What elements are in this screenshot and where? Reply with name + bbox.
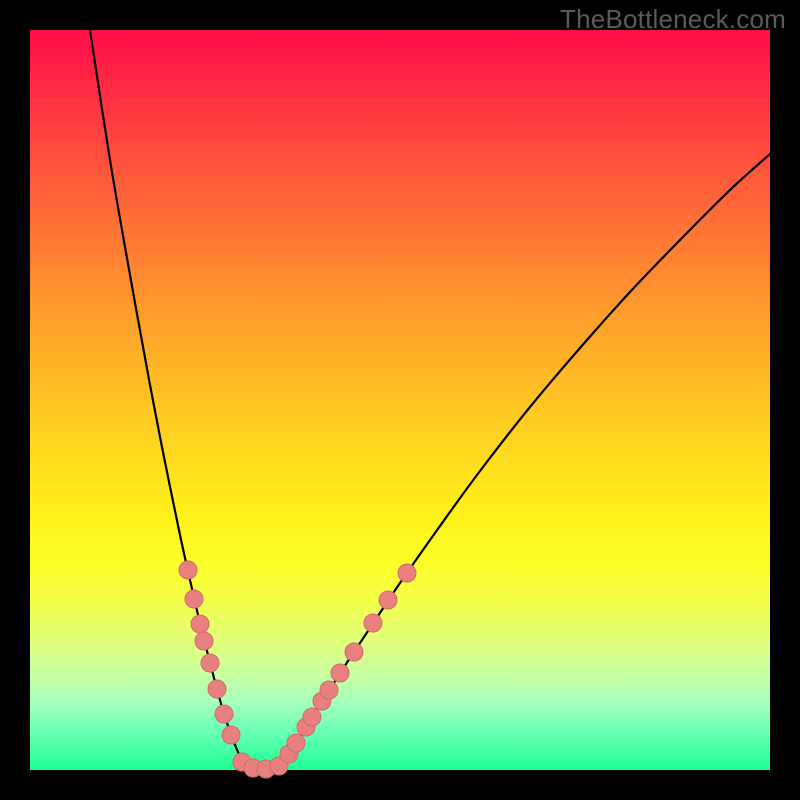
data-dot bbox=[215, 705, 233, 723]
data-dot bbox=[179, 561, 197, 579]
data-dot bbox=[398, 564, 416, 582]
chart-frame: TheBottleneck.com bbox=[0, 0, 800, 800]
watermark-label: TheBottleneck.com bbox=[560, 4, 786, 35]
data-dot bbox=[303, 708, 321, 726]
data-dot bbox=[185, 590, 203, 608]
right-curve-path bbox=[284, 154, 770, 762]
data-dot bbox=[379, 591, 397, 609]
left-curve-path bbox=[90, 30, 244, 764]
data-dot bbox=[287, 734, 305, 752]
data-dot bbox=[331, 664, 349, 682]
data-dot bbox=[191, 615, 209, 633]
data-dot bbox=[208, 680, 226, 698]
data-dot bbox=[195, 632, 213, 650]
data-dot bbox=[320, 681, 338, 699]
data-dot bbox=[222, 726, 240, 744]
data-dot bbox=[364, 614, 382, 632]
curve-group bbox=[90, 30, 770, 769]
data-dot bbox=[201, 654, 219, 672]
data-dot bbox=[345, 643, 363, 661]
curve-svg bbox=[30, 30, 770, 770]
dots-group bbox=[179, 561, 416, 778]
